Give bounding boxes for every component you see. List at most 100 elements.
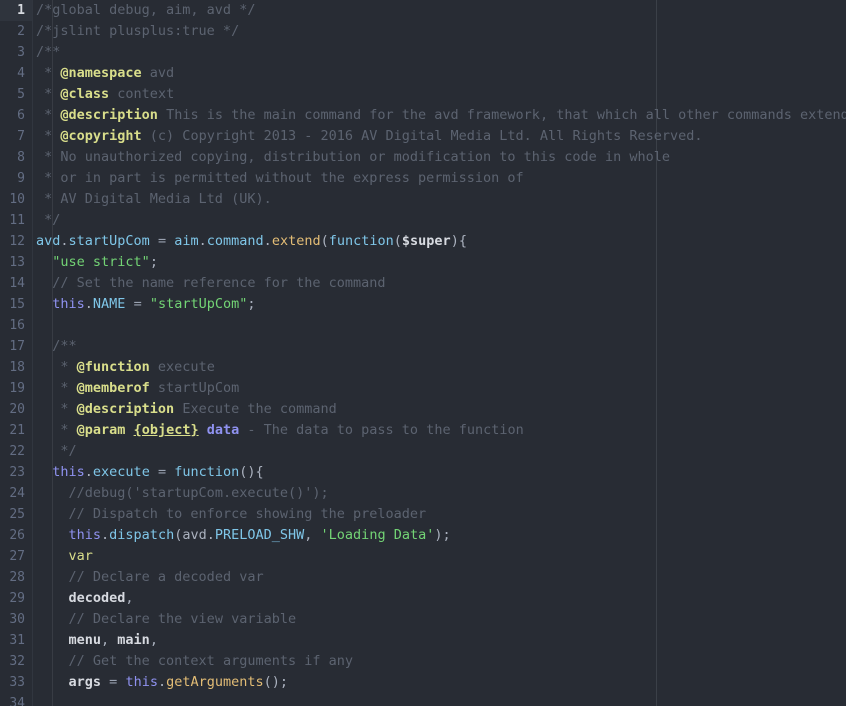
code-line[interactable]: avd.startUpCom = aim.command.extend(func…: [33, 231, 846, 252]
code-line[interactable]: this.dispatch(avd.PRELOAD_SHW, 'Loading …: [33, 525, 846, 546]
line-number[interactable]: 28: [0, 567, 32, 588]
line-number[interactable]: 10: [0, 189, 32, 210]
code-line[interactable]: this.execute = function(){: [33, 462, 846, 483]
code-line[interactable]: var: [33, 546, 846, 567]
code-token: .: [206, 527, 215, 543]
code-line[interactable]: menu, main,: [33, 630, 846, 651]
line-number[interactable]: 22: [0, 441, 32, 462]
line-number[interactable]: 3: [0, 42, 32, 63]
code-line[interactable]: args = this.getArguments();: [33, 672, 846, 693]
line-number[interactable]: 18: [0, 357, 32, 378]
code-line[interactable]: // Set the name reference for the comman…: [33, 273, 846, 294]
code-line[interactable]: * No unauthorized copying, distribution …: [33, 147, 846, 168]
line-number[interactable]: 11: [0, 210, 32, 231]
code-token: function: [174, 464, 240, 480]
line-number[interactable]: 1: [0, 0, 32, 21]
line-number[interactable]: 17: [0, 336, 32, 357]
code-token: NAME: [92, 296, 126, 312]
line-number[interactable]: 7: [0, 126, 32, 147]
code-token: menu: [68, 632, 102, 648]
line-number[interactable]: 26: [0, 525, 32, 546]
code-content-area[interactable]: /*global debug, aim, avd */ /*jslint plus…: [33, 0, 846, 706]
line-number[interactable]: 34: [0, 693, 32, 706]
code-token: ,: [125, 590, 134, 606]
line-number[interactable]: 8: [0, 147, 32, 168]
code-token: ;: [149, 254, 158, 270]
code-line[interactable]: // Get the context arguments if any: [33, 651, 846, 672]
line-number[interactable]: 12: [0, 231, 32, 252]
line-number[interactable]: 27: [0, 546, 32, 567]
line-number[interactable]: 15: [0, 294, 32, 315]
code-token: =: [157, 233, 167, 249]
line-number-gutter[interactable]: 1 2 3 4 5 6 7 8 9 10 11 12 13 14 15 16 17 18 19 20 21 22 23 24 2…: [0, 0, 33, 706]
code-line[interactable]: "use strict";: [33, 252, 846, 273]
code-line[interactable]: * @description This is the main command …: [33, 105, 846, 126]
code-line[interactable]: * @class context: [33, 84, 846, 105]
code-token: this: [68, 527, 102, 543]
line-number[interactable]: 32: [0, 651, 32, 672]
code-line[interactable]: /**: [33, 42, 846, 63]
code-token: */: [36, 212, 61, 228]
code-lines[interactable]: /*global debug, aim, avd */ /*jslint plus…: [33, 0, 846, 706]
code-token: "startUpCom": [149, 296, 248, 312]
code-token: "use strict": [52, 254, 150, 270]
line-number[interactable]: 23: [0, 462, 32, 483]
code-line[interactable]: * or in part is permitted without the ex…: [33, 168, 846, 189]
code-line[interactable]: [33, 315, 846, 336]
line-number[interactable]: 5: [0, 84, 32, 105]
line-number[interactable]: 2: [0, 21, 32, 42]
code-token: This is the main command for the avd fra…: [157, 107, 846, 123]
line-number[interactable]: 14: [0, 273, 32, 294]
code-line[interactable]: * @memberof startUpCom: [33, 378, 846, 399]
code-line[interactable]: // Declare a decoded var: [33, 567, 846, 588]
code-line[interactable]: * AV Digital Media Ltd (UK).: [33, 189, 846, 210]
line-number[interactable]: 33: [0, 672, 32, 693]
code-token: =: [133, 296, 142, 312]
code-token: avd: [36, 233, 61, 249]
code-token: .: [101, 527, 110, 543]
code-line[interactable]: decoded,: [33, 588, 846, 609]
code-token: * or in part is permitted without the ex…: [36, 170, 524, 186]
code-line[interactable]: //debug('startupCom.execute()');: [33, 483, 846, 504]
code-line[interactable]: // Dispatch to enforce showing the prelo…: [33, 504, 846, 525]
code-token: ();: [263, 674, 289, 690]
code-line[interactable]: * @copyright (c) Copyright 2013 - 2016 A…: [33, 126, 846, 147]
line-number[interactable]: 29: [0, 588, 32, 609]
line-number[interactable]: 6: [0, 105, 32, 126]
code-line[interactable]: /*jslint plusplus:true */: [33, 21, 846, 42]
code-token: (: [393, 233, 402, 249]
code-line[interactable]: * @namespace avd: [33, 63, 846, 84]
code-token: command: [206, 233, 264, 249]
line-number[interactable]: 30: [0, 609, 32, 630]
code-line[interactable]: /**: [33, 336, 846, 357]
line-number[interactable]: 21: [0, 420, 32, 441]
code-line[interactable]: */: [33, 441, 846, 462]
line-number[interactable]: 13: [0, 252, 32, 273]
line-number[interactable]: 9: [0, 168, 32, 189]
line-number[interactable]: 4: [0, 63, 32, 84]
line-number[interactable]: 25: [0, 504, 32, 525]
code-token: /*global debug, aim, avd */: [36, 2, 256, 18]
line-number[interactable]: 24: [0, 483, 32, 504]
code-line[interactable]: this.NAME = "startUpCom";: [33, 294, 846, 315]
line-number[interactable]: 16: [0, 315, 32, 336]
code-line[interactable]: */: [33, 210, 846, 231]
code-token: this: [125, 674, 158, 690]
code-editor[interactable]: 1 2 3 4 5 6 7 8 9 10 11 12 13 14 15 16 17 18 19 20 21 22 23 24 2…: [0, 0, 846, 706]
code-token: avd: [141, 65, 175, 81]
line-number[interactable]: 20: [0, 399, 32, 420]
line-number[interactable]: 19: [0, 378, 32, 399]
code-line[interactable]: /*global debug, aim, avd */: [33, 0, 846, 21]
code-line[interactable]: * @function execute: [33, 357, 846, 378]
code-token: extend: [271, 233, 321, 249]
code-line[interactable]: [33, 693, 846, 706]
line-number[interactable]: 31: [0, 630, 32, 651]
code-line[interactable]: * @param {object} data - The data to pas…: [33, 420, 846, 441]
code-line[interactable]: // Declare the view variable: [33, 609, 846, 630]
code-line[interactable]: * @description Execute the command: [33, 399, 846, 420]
